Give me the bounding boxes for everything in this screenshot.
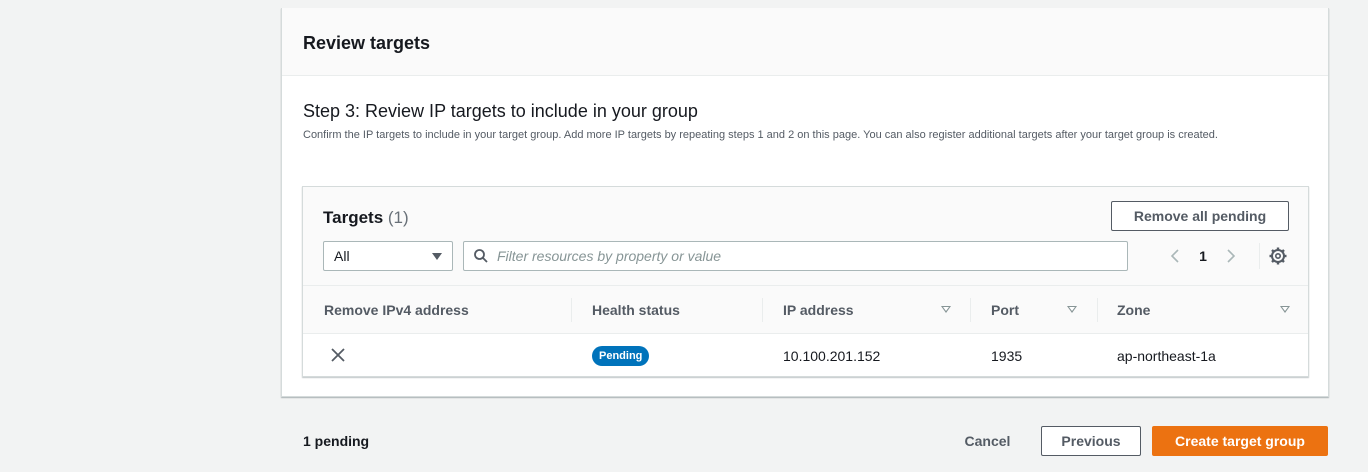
divider — [1259, 243, 1260, 269]
targets-table-header: Targets (1) Remove all pending All Filte… — [303, 187, 1308, 286]
step-description: Confirm the IP targets to include in you… — [303, 129, 1218, 141]
create-target-group-button[interactable]: Create target group — [1152, 426, 1328, 456]
step-title: Step 3: Review IP targets to include in … — [303, 101, 698, 121]
sort-icon[interactable] — [941, 306, 951, 313]
search-placeholder: Filter resources by property or value — [497, 248, 722, 264]
caret-down-icon — [432, 252, 442, 260]
search-input[interactable]: Filter resources by property or value — [463, 241, 1128, 271]
cancel-button[interactable]: Cancel — [955, 426, 1020, 456]
zone-cell: ap-northeast-1a — [1117, 347, 1216, 364]
targets-table: Targets (1) Remove all pending All Filte… — [302, 186, 1309, 377]
panel-header: Review targets — [282, 8, 1328, 76]
review-targets-panel: Review targets Step 3: Review IP targets… — [281, 8, 1329, 397]
column-header-zone[interactable]: Zone — [1117, 286, 1150, 334]
targets-count: (1) — [387, 208, 409, 227]
column-header-health-status: Health status — [592, 302, 680, 318]
panel-body: Step 3: Review IP targets to include in … — [282, 76, 1328, 144]
column-divider — [970, 298, 971, 322]
ip-address-cell: 10.100.201.152 — [783, 347, 881, 364]
column-divider — [1097, 298, 1098, 322]
filter-select[interactable]: All — [323, 241, 453, 271]
column-header-port[interactable]: Port — [991, 286, 1019, 334]
column-divider — [762, 298, 763, 322]
sort-icon[interactable] — [1280, 306, 1290, 313]
targets-title-text: Targets — [323, 208, 384, 227]
pending-count: 1 pending — [303, 433, 370, 449]
column-header-remove: Remove IPv4 address — [324, 302, 469, 318]
table-row: Pending 10.100.201.152 1935 ap-northeast… — [303, 335, 1308, 376]
search-icon — [474, 249, 488, 263]
column-divider — [571, 298, 572, 322]
health-status-cell: Pending — [592, 335, 650, 376]
filter-select-value: All — [334, 248, 350, 264]
page-number[interactable]: 1 — [1185, 248, 1221, 264]
chevron-left-icon[interactable] — [1165, 248, 1185, 264]
gear-icon[interactable] — [1269, 247, 1287, 265]
panel-title: Review targets — [303, 33, 431, 53]
table-head: Remove IPv4 address Health status IP add… — [303, 286, 1308, 334]
port-cell: 1935 — [991, 347, 1023, 364]
sort-icon[interactable] — [1067, 306, 1077, 313]
targets-title: Targets (1) — [323, 207, 409, 229]
remove-all-pending-button[interactable]: Remove all pending — [1111, 201, 1289, 231]
chevron-right-icon[interactable] — [1221, 248, 1241, 264]
previous-button[interactable]: Previous — [1041, 426, 1141, 456]
column-header-ip-address[interactable]: IP address — [783, 286, 854, 334]
pagination: 1 — [1165, 241, 1241, 271]
status-badge: Pending — [592, 345, 650, 366]
close-icon[interactable] — [330, 347, 346, 363]
